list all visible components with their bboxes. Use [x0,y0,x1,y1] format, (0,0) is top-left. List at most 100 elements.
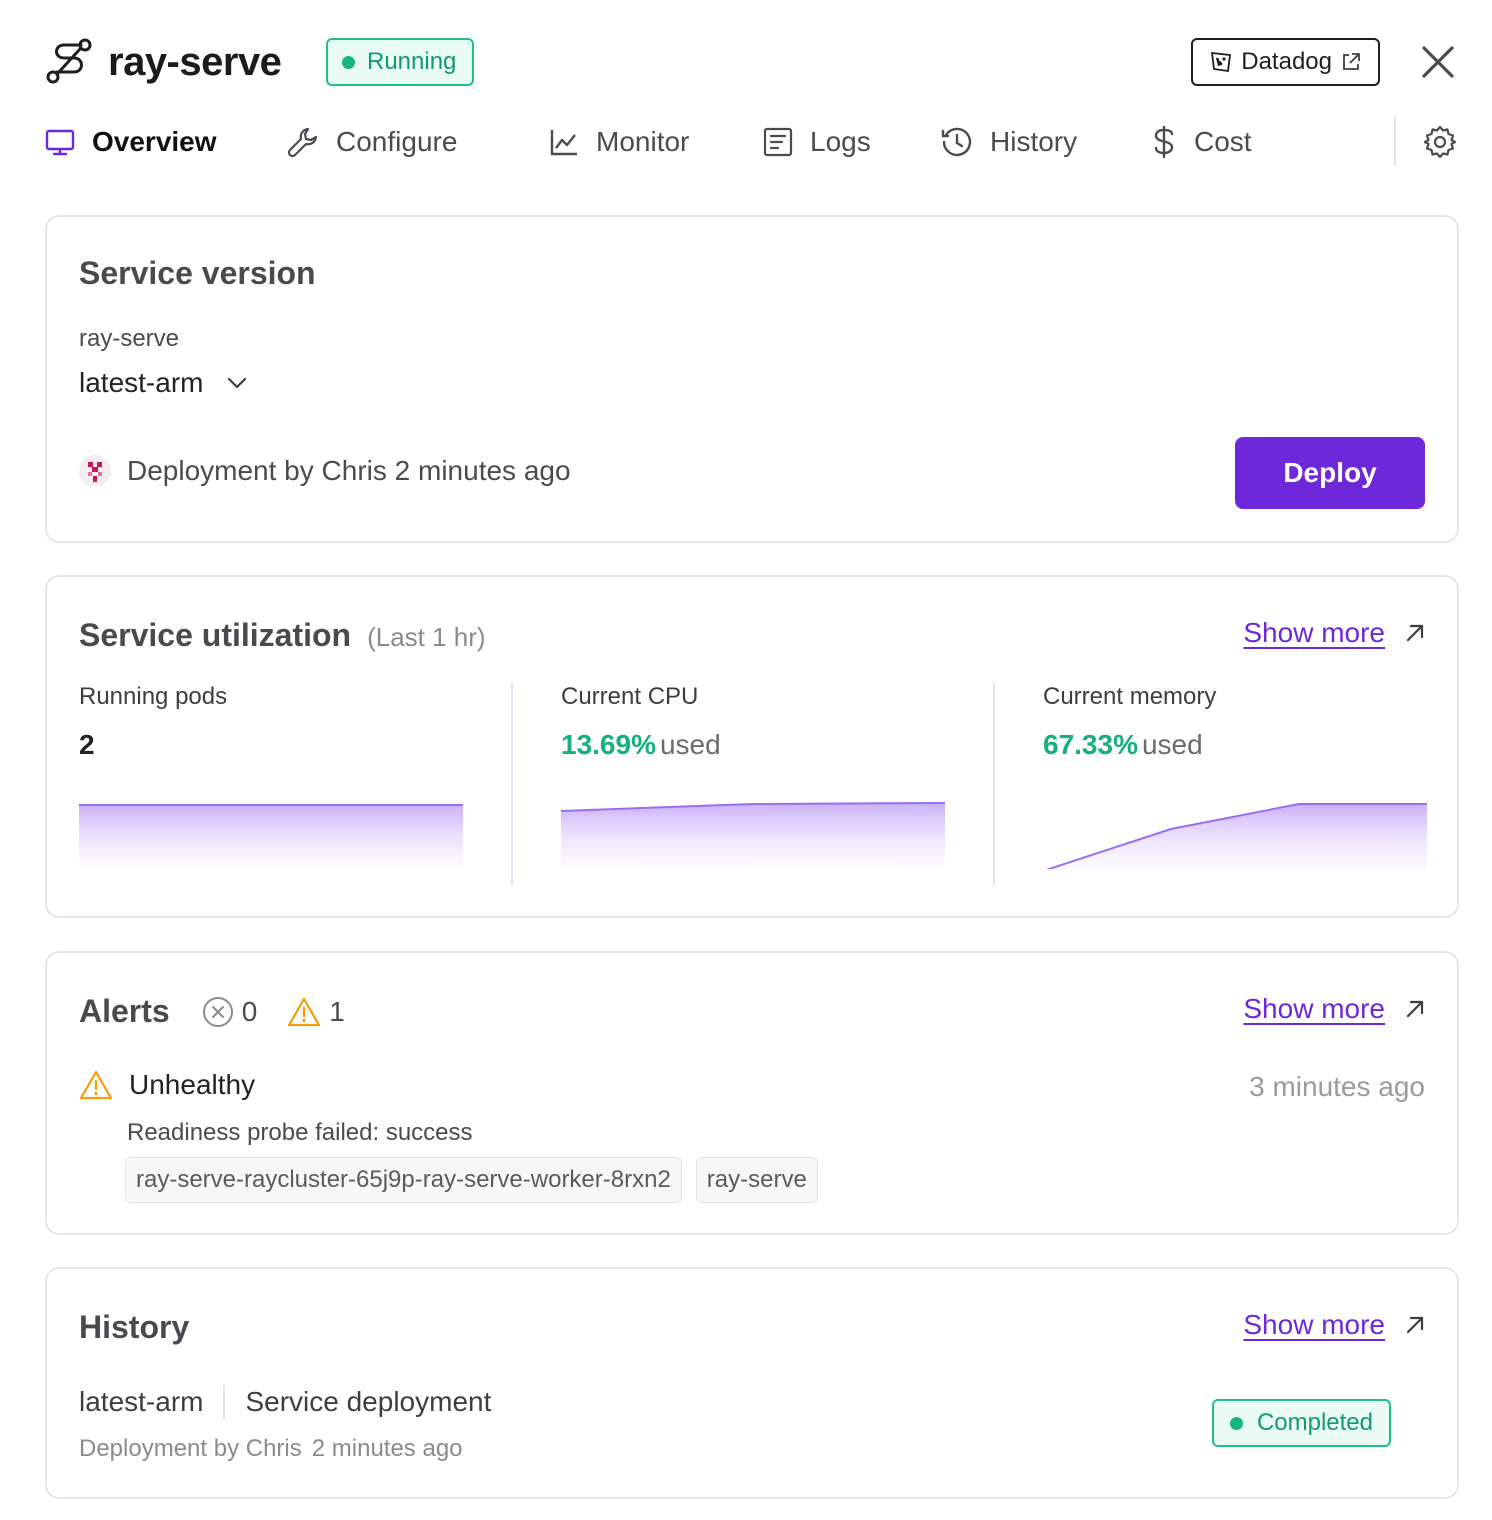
history-item[interactable]: latest-arm Service deployment [79,1385,491,1419]
gear-icon[interactable] [1422,124,1458,160]
status-dot [342,55,355,69]
deployment-info: Deployment by Chris 2 minutes ago [79,455,571,487]
wrench-icon [287,127,318,158]
deploy-button[interactable]: Deploy [1235,437,1425,509]
show-more-link[interactable]: Show more [1243,993,1385,1025]
status-dot [1229,1416,1243,1430]
history-card: History Show more latest-arm Service dep… [45,1267,1459,1499]
tab-label: Logs [810,126,871,157]
tab-label: Overview [92,126,217,157]
metric-label: Current CPU [561,683,699,710]
memory-percent: 67.33% [1043,729,1138,760]
service-icon [46,38,92,84]
history-version: latest-arm [79,1386,204,1417]
alert-item[interactable]: Unhealthy [79,1069,255,1101]
error-count: 0 [202,995,258,1028]
chevron-down-icon [228,377,247,389]
avatar-identicon [88,462,102,482]
tab-label: Cost [1194,126,1252,157]
metric-label: Running pods [79,683,228,710]
monitor-icon [45,129,75,156]
warning-count-value: 1 [329,995,345,1027]
metric-label: Current memory [1043,683,1217,710]
dollar-icon [1154,125,1174,159]
tab-configure[interactable]: Configure [286,116,457,168]
utilization-show-more[interactable]: Show more [1243,617,1427,649]
alert-tag: ray-serve [695,1157,818,1203]
tab-overview[interactable]: Overview [44,116,217,168]
alert-tag: ray-serve-raycluster-65j9p-ray-serve-wor… [125,1157,682,1203]
history-separator [223,1385,226,1419]
history-type: Service deployment [245,1386,492,1417]
history-time: 2 minutes ago [311,1435,463,1462]
alerts-show-more[interactable]: Show more [1243,993,1427,1025]
tab-logs[interactable]: Logs [762,116,871,168]
line-chart-icon [550,130,577,156]
tab-divider [1394,116,1396,166]
error-count-value: 0 [241,995,258,1027]
datadog-label: Datadog [1241,48,1332,75]
deployment-info-text: Deployment by Chris 2 minutes ago [127,455,571,486]
show-more-link[interactable]: Show more [1243,617,1385,649]
arrow-up-right-icon [1406,1316,1424,1334]
cpu-sparkline [561,802,945,869]
alert-description: Readiness probe failed: success [127,1119,473,1146]
metric-current-cpu: Current CPU 13.69% used [561,683,945,883]
logs-icon [763,127,793,157]
service-version-title: Service version [79,255,316,291]
warning-count: 1 [287,996,345,1028]
history-meta: Deployment by Chris 2 minutes ago [79,1435,463,1463]
alerts-header: Alerts 0 1 [79,993,375,1030]
error-circle-icon [202,996,233,1027]
status-label: Running [367,48,457,75]
pods-sparkline [79,804,463,869]
header: ray-serve Running Datadog [44,36,1458,88]
datadog-icon [1211,51,1232,73]
metric-value: 67.33% used [1043,729,1427,761]
history-status-badge: Completed [1211,1399,1391,1447]
status-badge: Running [326,38,475,86]
show-more-link[interactable]: Show more [1243,1309,1385,1341]
history-show-more[interactable]: Show more [1243,1309,1427,1341]
arrow-up-right-icon [1406,624,1424,642]
alerts-card: Alerts 0 1 Show more Unhealthy 3 minutes… [45,951,1459,1235]
metric-running-pods: Running pods 2 [79,683,463,883]
close-icon[interactable] [1418,42,1458,82]
service-version-card: Service version ray-serve latest-arm Dep… [45,215,1459,543]
history-icon [941,127,972,157]
tab-label: History [990,126,1078,157]
metric-current-memory: Current memory 67.33% used [1043,683,1427,883]
utilization-header: Service utilization (Last 1 hr) [79,617,486,654]
alert-title: Unhealthy [129,1069,256,1100]
service-version-label: ray-serve [79,325,180,352]
tab-monitor[interactable]: Monitor [548,116,689,168]
used-label: used [659,729,721,760]
tab-cost[interactable]: Cost [1150,116,1252,168]
metric-value: 13.69% used [561,729,945,761]
external-link-icon [1343,53,1360,70]
warning-icon [79,1070,113,1100]
metric-divider [511,683,513,885]
warning-icon [288,997,321,1026]
version-select[interactable]: latest-arm [79,367,249,399]
tab-history[interactable]: History [940,116,1077,168]
tab-bar: Overview Configure Monitor Logs History [44,116,1458,172]
service-utilization-card: Service utilization (Last 1 hr) Show mor… [45,575,1459,918]
datadog-button[interactable]: Datadog [1191,38,1380,86]
history-author: Deployment by Chris [79,1435,302,1462]
cpu-percent: 13.69% [561,729,656,760]
alert-time: 3 minutes ago [1249,1071,1425,1102]
tab-label: Configure [336,126,458,157]
memory-sparkline [1043,803,1427,869]
alert-tags: ray-serve-raycluster-65j9p-ray-serve-wor… [125,1157,818,1203]
metric-divider [993,683,995,885]
used-label: used [1141,729,1203,760]
page-title: ray-serve [108,40,282,84]
metric-value: 2 [79,729,95,760]
history-status-label: Completed [1256,1409,1373,1436]
alerts-title: Alerts [79,993,170,1029]
version-select-value: latest-arm [79,367,204,398]
tab-label: Monitor [596,126,690,157]
utilization-title: Service utilization [79,617,352,653]
arrow-up-right-icon [1406,1000,1424,1018]
